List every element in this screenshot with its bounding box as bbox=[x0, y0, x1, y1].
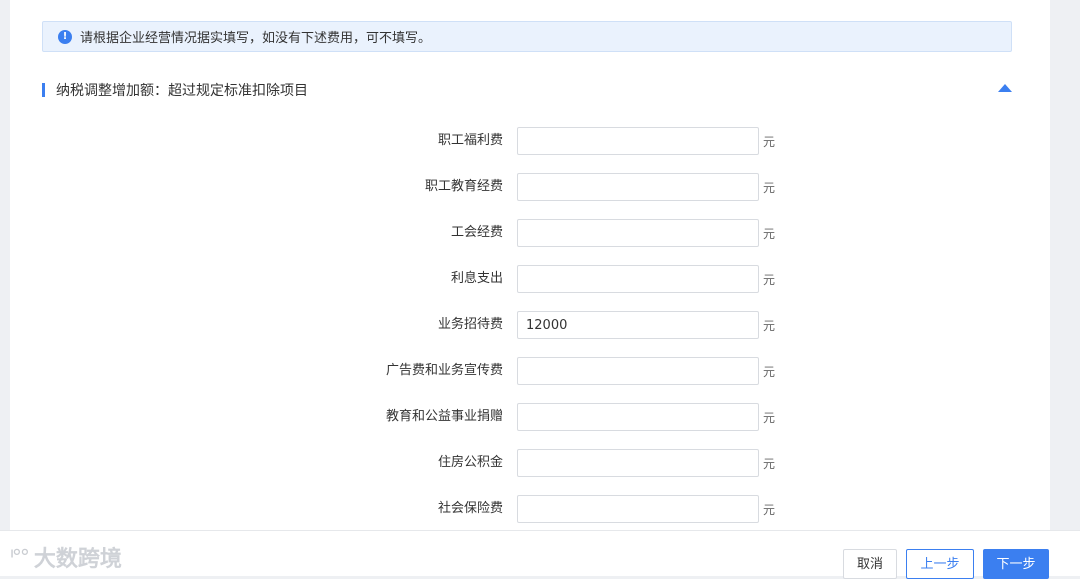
footer-bar: ᑊ°° 大数跨境 取消 上一步 下一步 bbox=[0, 530, 1080, 579]
watermark-text: 大数跨境 bbox=[33, 547, 122, 572]
section-title: 纳税调整增加额：超过规定标准扣除项目 bbox=[56, 83, 308, 99]
unit-label: 元 bbox=[763, 457, 776, 471]
unit-label: 元 bbox=[763, 503, 776, 517]
field-label: 教育和公益事业捐赠 bbox=[385, 409, 503, 424]
field-label: 业务招待费 bbox=[437, 317, 503, 332]
field-label: 住房公积金 bbox=[437, 455, 503, 470]
form-row-housing-fund: 住房公积金 元 bbox=[10, 449, 1050, 477]
watermark: ᑊ°° 大数跨境 bbox=[10, 541, 122, 573]
field-label: 利息支出 bbox=[450, 271, 503, 286]
next-step-button[interactable]: 下一步 bbox=[983, 549, 1049, 579]
entertainment-expense-input[interactable] bbox=[517, 311, 759, 339]
housing-fund-input[interactable] bbox=[517, 449, 759, 477]
field-label: 广告费和业务宣传费 bbox=[385, 363, 503, 378]
unit-label: 元 bbox=[763, 411, 776, 425]
section-header: 纳税调整增加额：超过规定标准扣除项目 bbox=[42, 80, 1012, 100]
interest-expense-input[interactable] bbox=[517, 265, 759, 293]
section-accent-bar bbox=[42, 83, 45, 97]
watermark-logo-icon: ᑊ°° bbox=[10, 545, 30, 569]
field-label: 工会经费 bbox=[450, 225, 503, 240]
form-row-social-insurance: 社会保险费 元 bbox=[10, 495, 1050, 523]
form-row-welfare: 职工福利费 元 bbox=[10, 127, 1050, 155]
form-row-union: 工会经费 元 bbox=[10, 219, 1050, 247]
form-row-entertainment: 业务招待费 元 bbox=[10, 311, 1050, 339]
union-expense-input[interactable] bbox=[517, 219, 759, 247]
advertising-expense-input[interactable] bbox=[517, 357, 759, 385]
form-row-education: 职工教育经费 元 bbox=[10, 173, 1050, 201]
form-row-donation: 教育和公益事业捐赠 元 bbox=[10, 403, 1050, 431]
unit-label: 元 bbox=[763, 181, 776, 195]
notice-banner: ! 请根据企业经营情况据实填写，如没有下述费用，可不填写。 bbox=[42, 21, 1012, 52]
info-icon: ! bbox=[58, 29, 72, 44]
form-row-interest: 利息支出 元 bbox=[10, 265, 1050, 293]
prev-step-button[interactable]: 上一步 bbox=[906, 549, 974, 579]
field-label: 职工福利费 bbox=[437, 133, 503, 148]
unit-label: 元 bbox=[763, 135, 776, 149]
unit-label: 元 bbox=[763, 319, 776, 333]
unit-label: 元 bbox=[763, 227, 776, 241]
donation-expense-input[interactable] bbox=[517, 403, 759, 431]
welfare-expense-input[interactable] bbox=[517, 127, 759, 155]
unit-label: 元 bbox=[763, 365, 776, 379]
field-label: 社会保险费 bbox=[437, 501, 503, 516]
social-insurance-input[interactable] bbox=[517, 495, 759, 523]
notice-text: 请根据企业经营情况据实填写，如没有下述费用，可不填写。 bbox=[80, 31, 432, 46]
caret-up-icon[interactable] bbox=[998, 84, 1012, 92]
form-panel: ! 请根据企业经营情况据实填写，如没有下述费用，可不填写。 纳税调整增加额：超过… bbox=[10, 0, 1050, 530]
unit-label: 元 bbox=[763, 273, 776, 287]
education-expense-input[interactable] bbox=[517, 173, 759, 201]
form-row-advertising: 广告费和业务宣传费 元 bbox=[10, 357, 1050, 385]
field-label: 职工教育经费 bbox=[424, 179, 503, 194]
cancel-button[interactable]: 取消 bbox=[843, 549, 897, 579]
